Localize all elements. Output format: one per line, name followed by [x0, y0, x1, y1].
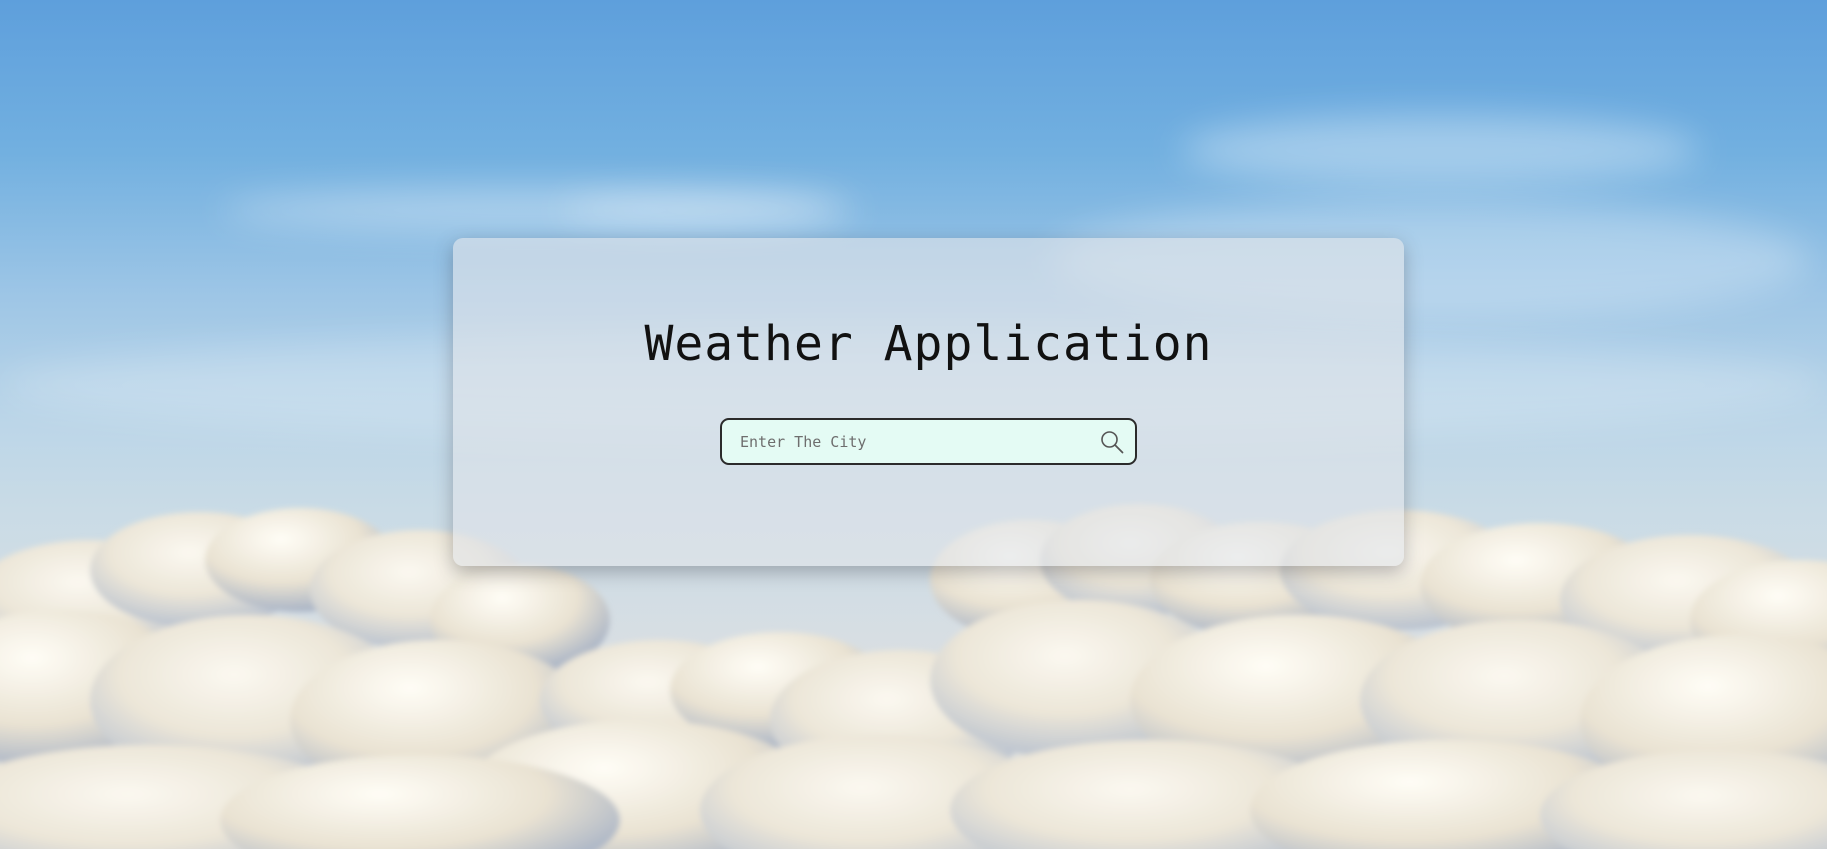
- search-button[interactable]: [1089, 420, 1135, 463]
- weather-card: Weather Application: [453, 238, 1404, 566]
- search-icon: [1101, 430, 1124, 453]
- city-search-box: [720, 418, 1137, 465]
- app-title: Weather Application: [644, 316, 1213, 372]
- city-search-input[interactable]: [722, 420, 1089, 463]
